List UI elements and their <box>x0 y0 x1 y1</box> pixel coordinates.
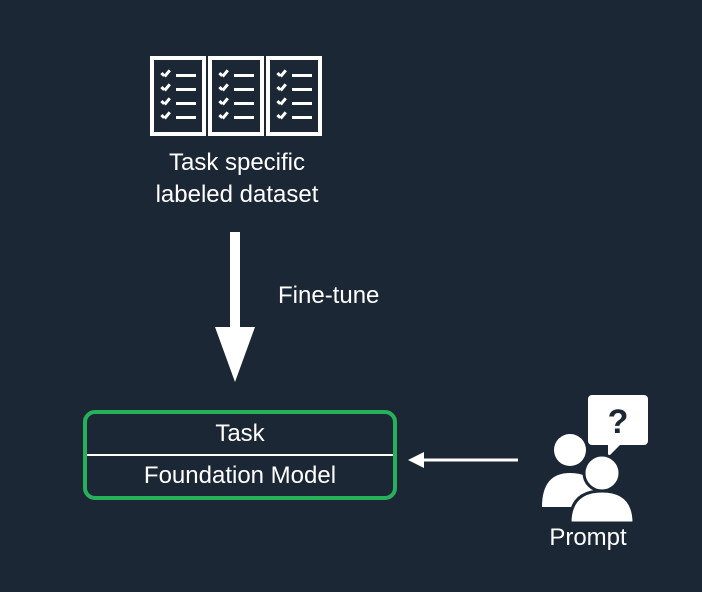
checklist-documents-icon <box>150 56 322 136</box>
finetune-label: Fine-tune <box>278 282 379 310</box>
arrow-down-icon <box>215 232 255 382</box>
document-icon <box>266 56 322 136</box>
foundation-model-label: Foundation Model <box>87 456 393 496</box>
task-label: Task <box>87 414 393 456</box>
arrow-left-icon <box>408 450 518 470</box>
model-box: Task Foundation Model <box>83 410 397 500</box>
svg-text:?: ? <box>608 403 629 441</box>
document-icon <box>208 56 264 136</box>
dataset-label: Task specific labeled dataset <box>112 147 362 212</box>
prompt-label: Prompt <box>528 524 648 552</box>
dataset-label-line2: labeled dataset <box>156 181 319 208</box>
dataset-label-line1: Task specific <box>169 149 305 176</box>
user-question-icon: ? <box>530 395 650 525</box>
document-icon <box>150 56 206 136</box>
diagram-canvas: Task specific labeled dataset Fine-tune … <box>0 0 702 592</box>
